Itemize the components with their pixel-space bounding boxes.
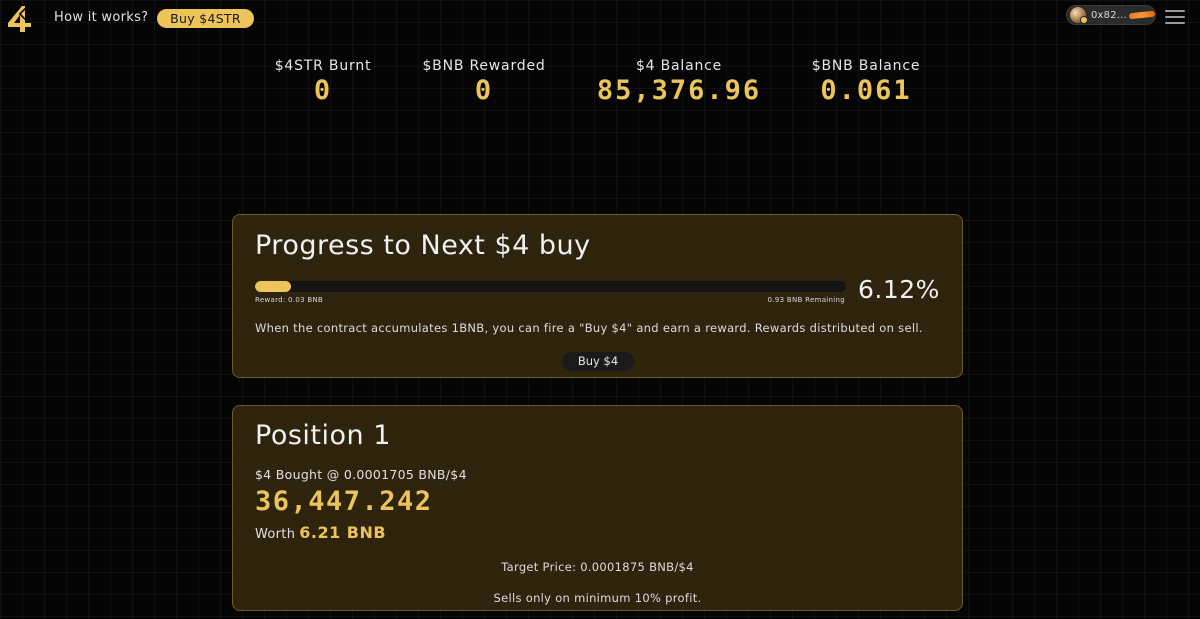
avatar-icon	[1070, 7, 1088, 24]
stat-label: $BNB Rewarded	[422, 58, 546, 74]
worth-line: Worth 6.21 BNB	[255, 523, 386, 542]
reward-label: Reward: 0.03 BNB	[255, 296, 324, 304]
buy-4str-button[interactable]: Buy $4STR	[157, 9, 254, 28]
stat-value: 85,376.96	[596, 75, 762, 106]
target-price: Target Price: 0.0001875 BNB/$4	[501, 560, 694, 574]
sell-condition-note: Sells only on minimum 10% profit.	[493, 591, 702, 605]
how-it-works-link[interactable]: How it works?	[54, 10, 148, 25]
progress-title: Progress to Next $4 buy	[255, 230, 591, 261]
position-card: Position 1 $4 Bought @ 0.0001705 BNB/$4 …	[232, 405, 963, 611]
bought-price-label: $4 Bought @ 0.0001705 BNB/$4	[255, 467, 467, 482]
stat-bnb-rewarded: $BNB Rewarded 0	[422, 58, 545, 106]
progress-bar-fill	[255, 281, 292, 292]
stat-value: 0	[313, 75, 333, 106]
wallet-button[interactable]: 0x82...	[1066, 5, 1156, 25]
progress-percent: 6.12%	[858, 275, 940, 304]
wallet-address: 0x82...	[1091, 9, 1127, 21]
bought-amount: 36,447.242	[255, 486, 433, 517]
remaining-label: 0.93 BNB Remaining	[767, 296, 845, 304]
stat-4str-burnt: $4STR Burnt 0	[275, 58, 372, 106]
progress-card: Progress to Next $4 buy Reward: 0.03 BNB…	[232, 214, 963, 378]
stat-label: $4 Balance	[635, 58, 723, 74]
position-title: Position 1	[255, 420, 391, 451]
stat-4-balance: $4 Balance 85,376.96	[597, 58, 761, 106]
stat-value: 0.061	[820, 75, 912, 106]
progress-bar	[255, 281, 846, 292]
four-logo-icon[interactable]	[6, 3, 36, 33]
hamburger-menu-icon[interactable]	[1165, 10, 1185, 24]
buy-4-button[interactable]: Buy $4	[562, 352, 634, 371]
progress-description: When the contract accumulates 1BNB, you …	[255, 321, 923, 335]
stat-value: 0	[474, 75, 494, 106]
wallet-address-redaction	[1128, 10, 1156, 20]
stat-label: $BNB Balance	[811, 58, 921, 74]
stat-label: $4STR Burnt	[274, 58, 372, 74]
stat-bnb-balance: $BNB Balance 0.061	[812, 58, 920, 106]
worth-label: Worth	[255, 527, 296, 542]
worth-value: 6.21 BNB	[299, 523, 387, 542]
